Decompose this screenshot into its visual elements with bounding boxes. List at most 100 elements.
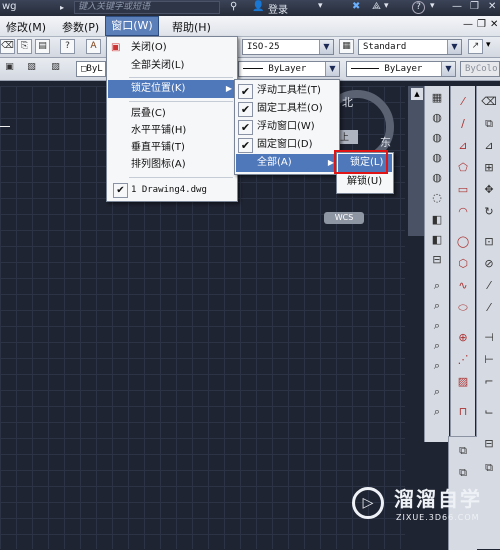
view-toolbar-icon[interactable]: ⊟ bbox=[429, 252, 445, 268]
menu-lock-all[interactable]: 全部(A) ▶ bbox=[236, 154, 338, 172]
view-toolbar-icon[interactable]: ◍ bbox=[429, 110, 445, 126]
multileader-style-icon[interactable]: ↗ bbox=[468, 39, 483, 54]
menu-close[interactable]: ▣ 关闭(O) bbox=[107, 39, 237, 57]
menu-cascade[interactable]: 层叠(C) bbox=[107, 105, 237, 123]
calculator-icon[interactable]: ▤ bbox=[35, 39, 50, 54]
menu-floating-toolbars[interactable]: ✔ 浮动工具栏(T) bbox=[235, 82, 339, 100]
help-dropdown-icon[interactable]: ▾ bbox=[430, 1, 435, 11]
a360-icon[interactable]: ⟁ bbox=[372, 1, 381, 12]
layer-manager-icon[interactable]: ▣ bbox=[2, 61, 17, 76]
menu-lock-position[interactable]: 锁定位置(K) ▶ bbox=[108, 80, 236, 98]
extra-tool-icon[interactable]: ⧉ bbox=[455, 443, 471, 459]
zoom-icon[interactable]: ⌕ bbox=[429, 384, 445, 400]
menu-docked-toolbars[interactable]: ✔ 固定工具栏(O) bbox=[235, 100, 339, 118]
modify-tool-icon[interactable]: ⧉ bbox=[481, 460, 497, 476]
modify-tool-icon[interactable]: ↻ bbox=[481, 204, 497, 220]
plotstyle-combo[interactable]: ByColo bbox=[460, 61, 500, 77]
zoom-icon[interactable]: ⌕ bbox=[429, 358, 445, 374]
login-dropdown-icon[interactable]: ▾ bbox=[318, 1, 323, 11]
zoom-icon[interactable]: ⌕ bbox=[429, 338, 445, 354]
compass-north[interactable]: 北 bbox=[342, 94, 353, 110]
modify-tool-icon[interactable]: ⊟ bbox=[481, 436, 497, 452]
login-link[interactable]: 登录 bbox=[268, 1, 288, 16]
extra-tool-icon[interactable]: ⧉ bbox=[455, 465, 471, 481]
viewcube-face-top[interactable]: 上 bbox=[340, 130, 358, 144]
modify-tool-icon[interactable]: ⊡ bbox=[481, 234, 497, 250]
text-style-icon[interactable]: A bbox=[86, 39, 101, 54]
minimize-icon[interactable]: — bbox=[452, 1, 462, 12]
dropdown-arrow-icon[interactable]: ▾ bbox=[486, 40, 491, 50]
draw-tool-icon[interactable]: ◠ bbox=[455, 204, 471, 220]
view-toolbar-icon[interactable]: ◍ bbox=[429, 170, 445, 186]
draw-tool-icon[interactable]: ◯ bbox=[455, 234, 471, 250]
menu-modify[interactable]: 修改(M) bbox=[6, 19, 46, 35]
draw-tool-icon[interactable]: ▭ bbox=[455, 182, 471, 198]
zoom-icon[interactable]: ⌕ bbox=[429, 318, 445, 334]
table-style-icon[interactable]: ▦ bbox=[339, 39, 354, 54]
draw-tool-icon[interactable]: ⊓ bbox=[455, 404, 471, 420]
draw-tool-icon[interactable]: ⬠ bbox=[455, 160, 471, 176]
view-toolbar-icon[interactable]: ◍ bbox=[429, 130, 445, 146]
modify-tool-icon[interactable]: ⧉ bbox=[481, 116, 497, 132]
zoom-icon[interactable]: ⌕ bbox=[429, 278, 445, 294]
menu-floating-windows[interactable]: ✔ 浮动窗口(W) bbox=[235, 118, 339, 136]
modify-tool-icon[interactable]: ⊿ bbox=[481, 138, 497, 154]
draw-tool-icon[interactable]: ⬭ bbox=[455, 300, 471, 316]
draw-tool-icon[interactable]: ⋰ bbox=[455, 352, 471, 368]
copy-icon[interactable]: ⎘ bbox=[17, 39, 32, 54]
layer-state-icon[interactable]: ▧ bbox=[24, 61, 39, 76]
modify-tool-icon[interactable]: ✥ bbox=[481, 182, 497, 198]
draw-tool-icon[interactable]: ⊿ bbox=[455, 138, 471, 154]
exchange-icon[interactable]: ✖ bbox=[352, 1, 360, 12]
wcs-button[interactable]: WCS bbox=[324, 212, 364, 224]
a360-dropdown-icon[interactable]: ▾ bbox=[384, 1, 389, 11]
restore-icon[interactable]: ❐ bbox=[470, 1, 479, 12]
modify-tool-icon[interactable]: ⊞ bbox=[481, 160, 497, 176]
chevron-down-icon[interactable]: ▼ bbox=[319, 40, 333, 54]
binoculars-icon[interactable]: ⚲ bbox=[230, 1, 237, 12]
view-toolbar-icon[interactable]: ▦ bbox=[429, 90, 445, 106]
menu-window[interactable]: 窗口(W) bbox=[105, 16, 159, 36]
compass-east[interactable]: 东 bbox=[380, 134, 391, 150]
draw-tool-icon[interactable]: ▨ bbox=[455, 374, 471, 390]
close-icon[interactable]: ✕ bbox=[488, 1, 496, 12]
modify-tool-icon[interactable]: ⁄ bbox=[481, 278, 497, 294]
scroll-up-icon[interactable]: ▲ bbox=[411, 88, 423, 100]
view-toolbar-icon[interactable]: ◧ bbox=[429, 232, 445, 248]
color-combo[interactable]: □ByL bbox=[76, 61, 106, 77]
menu-unlock[interactable]: 解锁(U) bbox=[337, 173, 393, 191]
menu-arrange-icons[interactable]: 排列图标(A) bbox=[107, 156, 237, 174]
draw-tool-icon[interactable]: ∿ bbox=[455, 278, 471, 294]
help-button[interactable]: ? bbox=[412, 1, 425, 14]
help-small-icon[interactable]: ? bbox=[60, 39, 75, 54]
modify-tool-icon[interactable]: ⌙ bbox=[481, 404, 497, 420]
zoom-icon[interactable]: ⌕ bbox=[429, 404, 445, 420]
menu-help[interactable]: 帮助(H) bbox=[172, 19, 211, 35]
modify-tool-icon[interactable]: ⊣ bbox=[481, 330, 497, 346]
search-input[interactable]: 键入关键字或短语 bbox=[74, 1, 220, 14]
modify-tool-icon[interactable]: ⊢ bbox=[481, 352, 497, 368]
menu-parametric[interactable]: 参数(P) bbox=[62, 19, 99, 35]
menu-tile-horizontal[interactable]: 水平平铺(H) bbox=[107, 122, 237, 140]
modify-tool-icon[interactable]: ⌫ bbox=[481, 94, 497, 110]
draw-tool-icon[interactable]: ⬡ bbox=[455, 256, 471, 272]
linetype-combo[interactable]: ByLayer ▼ bbox=[238, 61, 340, 77]
menu-docked-windows[interactable]: ✔ 固定窗口(D) bbox=[235, 136, 339, 154]
chevron-down-icon[interactable]: ▼ bbox=[325, 62, 339, 76]
draw-tool-icon[interactable]: ∕ bbox=[455, 116, 471, 132]
modify-tool-icon[interactable]: ⌐ bbox=[481, 374, 497, 390]
lineweight-combo[interactable]: ByLayer ▼ bbox=[346, 61, 456, 77]
doc-minimize-icon[interactable]: — bbox=[463, 19, 473, 30]
draw-tool-icon[interactable]: ⊕ bbox=[455, 330, 471, 346]
chevron-down-icon[interactable]: ▼ bbox=[447, 40, 461, 54]
view-toolbar-icon[interactable]: ◧ bbox=[429, 212, 445, 228]
tablestyle-combo[interactable]: Standard ▼ bbox=[358, 39, 462, 55]
zoom-icon[interactable]: ⌕ bbox=[429, 298, 445, 314]
user-icon[interactable]: 👤 bbox=[252, 1, 264, 12]
eraser-icon[interactable]: ⌫ bbox=[0, 39, 15, 54]
menu-close-all[interactable]: 全部关闭(L) bbox=[107, 57, 237, 75]
menu-tile-vertical[interactable]: 垂直平铺(T) bbox=[107, 139, 237, 157]
menu-document-1[interactable]: ✔ 1 Drawing4.dwg bbox=[107, 181, 237, 199]
draw-tool-icon[interactable]: ⁄ bbox=[455, 94, 471, 110]
dimstyle-combo[interactable]: ISO-25 ▼ bbox=[242, 39, 334, 55]
